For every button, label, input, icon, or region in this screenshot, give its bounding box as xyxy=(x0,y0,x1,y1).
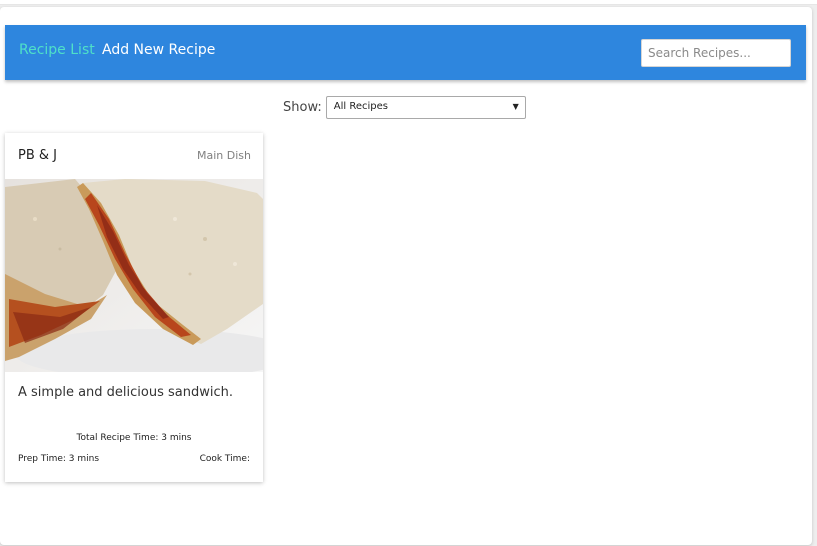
nav-add-recipe-link[interactable]: Add New Recipe xyxy=(102,42,215,58)
recipe-cook-time: Cook Time: xyxy=(199,454,250,464)
recipe-filter-select[interactable]: All Recipes ▼ xyxy=(325,95,526,119)
nav-recipe-list-link[interactable]: Recipe List xyxy=(19,42,95,58)
recipe-category: Main Dish xyxy=(197,149,251,162)
recipe-title: PB & J xyxy=(18,148,57,163)
page-container: Recipe List Add New Recipe Show: All Rec… xyxy=(0,7,812,545)
recipe-total-time: Total Recipe Time: 3 mins xyxy=(76,433,192,443)
recipe-card[interactable]: PB & J Main Dish A simple and delicious … xyxy=(5,133,263,482)
navbar: Recipe List Add New Recipe xyxy=(5,25,806,80)
recipe-image xyxy=(5,179,263,372)
sandwich-photo-icon xyxy=(5,179,263,372)
filter-row: Show: All Recipes ▼ xyxy=(283,95,526,119)
filter-select-value: All Recipes xyxy=(333,100,388,112)
filter-label: Show: xyxy=(283,99,322,115)
recipe-description: A simple and delicious sandwich. xyxy=(18,385,233,400)
top-strip xyxy=(0,0,817,5)
recipe-prep-time: Prep Time: 3 mins xyxy=(18,454,100,464)
search-input[interactable] xyxy=(641,39,791,67)
chevron-down-icon: ▼ xyxy=(512,101,519,111)
